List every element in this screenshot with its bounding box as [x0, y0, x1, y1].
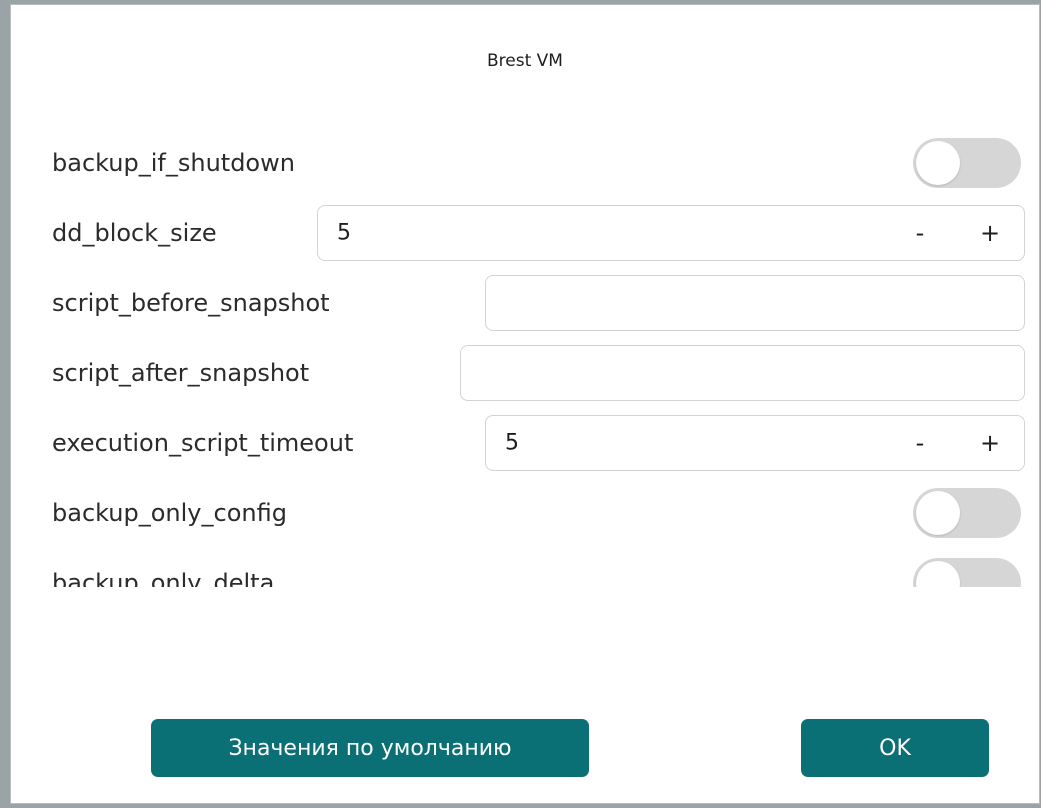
setting-label: backup_only_delta — [52, 569, 275, 587]
setting-row-script-before-snapshot: script_before_snapshot — [11, 273, 1039, 333]
restore-defaults-button[interactable]: Значения по умолчанию — [151, 719, 589, 777]
setting-row-dd-block-size: dd_block_size 5 - + — [11, 203, 1039, 263]
setting-label: backup_if_shutdown — [52, 149, 295, 177]
setting-row-script-after-snapshot: script_after_snapshot — [11, 343, 1039, 403]
dialog-title: Brest VM — [487, 51, 563, 71]
script-before-snapshot-input[interactable] — [485, 275, 1025, 331]
backup-if-shutdown-toggle[interactable] — [913, 138, 1021, 188]
setting-row-backup-if-shutdown: backup_if_shutdown — [11, 133, 1039, 193]
setting-row-backup-only-config: backup_only_config — [11, 483, 1039, 543]
increment-button[interactable]: + — [976, 429, 1004, 457]
execution-script-timeout-spinbox[interactable]: 5 - + — [485, 415, 1025, 471]
spinbox-value: 5 — [337, 220, 351, 246]
setting-row-execution-script-timeout: execution_script_timeout 5 - + — [11, 413, 1039, 473]
setting-label: script_before_snapshot — [52, 289, 330, 317]
setting-label: backup_only_config — [52, 499, 287, 527]
toggle-knob — [916, 491, 960, 535]
decrement-button[interactable]: - — [906, 219, 934, 247]
setting-row-backup-only-delta: backup_only_delta — [11, 553, 1039, 587]
settings-list[interactable]: backup_if_shutdown dd_block_size 5 - + s… — [11, 133, 1039, 587]
backup-only-delta-toggle[interactable] — [913, 558, 1021, 587]
increment-button[interactable]: + — [976, 219, 1004, 247]
backup-only-config-toggle[interactable] — [913, 488, 1021, 538]
script-after-snapshot-input[interactable] — [460, 345, 1025, 401]
settings-dialog: Brest VM backup_if_shutdown dd_block_siz… — [10, 4, 1040, 804]
setting-label: dd_block_size — [52, 219, 217, 247]
decrement-button[interactable]: - — [906, 429, 934, 457]
toggle-knob — [916, 561, 960, 587]
spinbox-value: 5 — [505, 430, 519, 456]
dd-block-size-spinbox[interactable]: 5 - + — [317, 205, 1025, 261]
toggle-knob — [916, 141, 960, 185]
setting-label: script_after_snapshot — [52, 359, 310, 387]
ok-button[interactable]: OK — [801, 719, 989, 777]
setting-label: execution_script_timeout — [52, 429, 354, 457]
